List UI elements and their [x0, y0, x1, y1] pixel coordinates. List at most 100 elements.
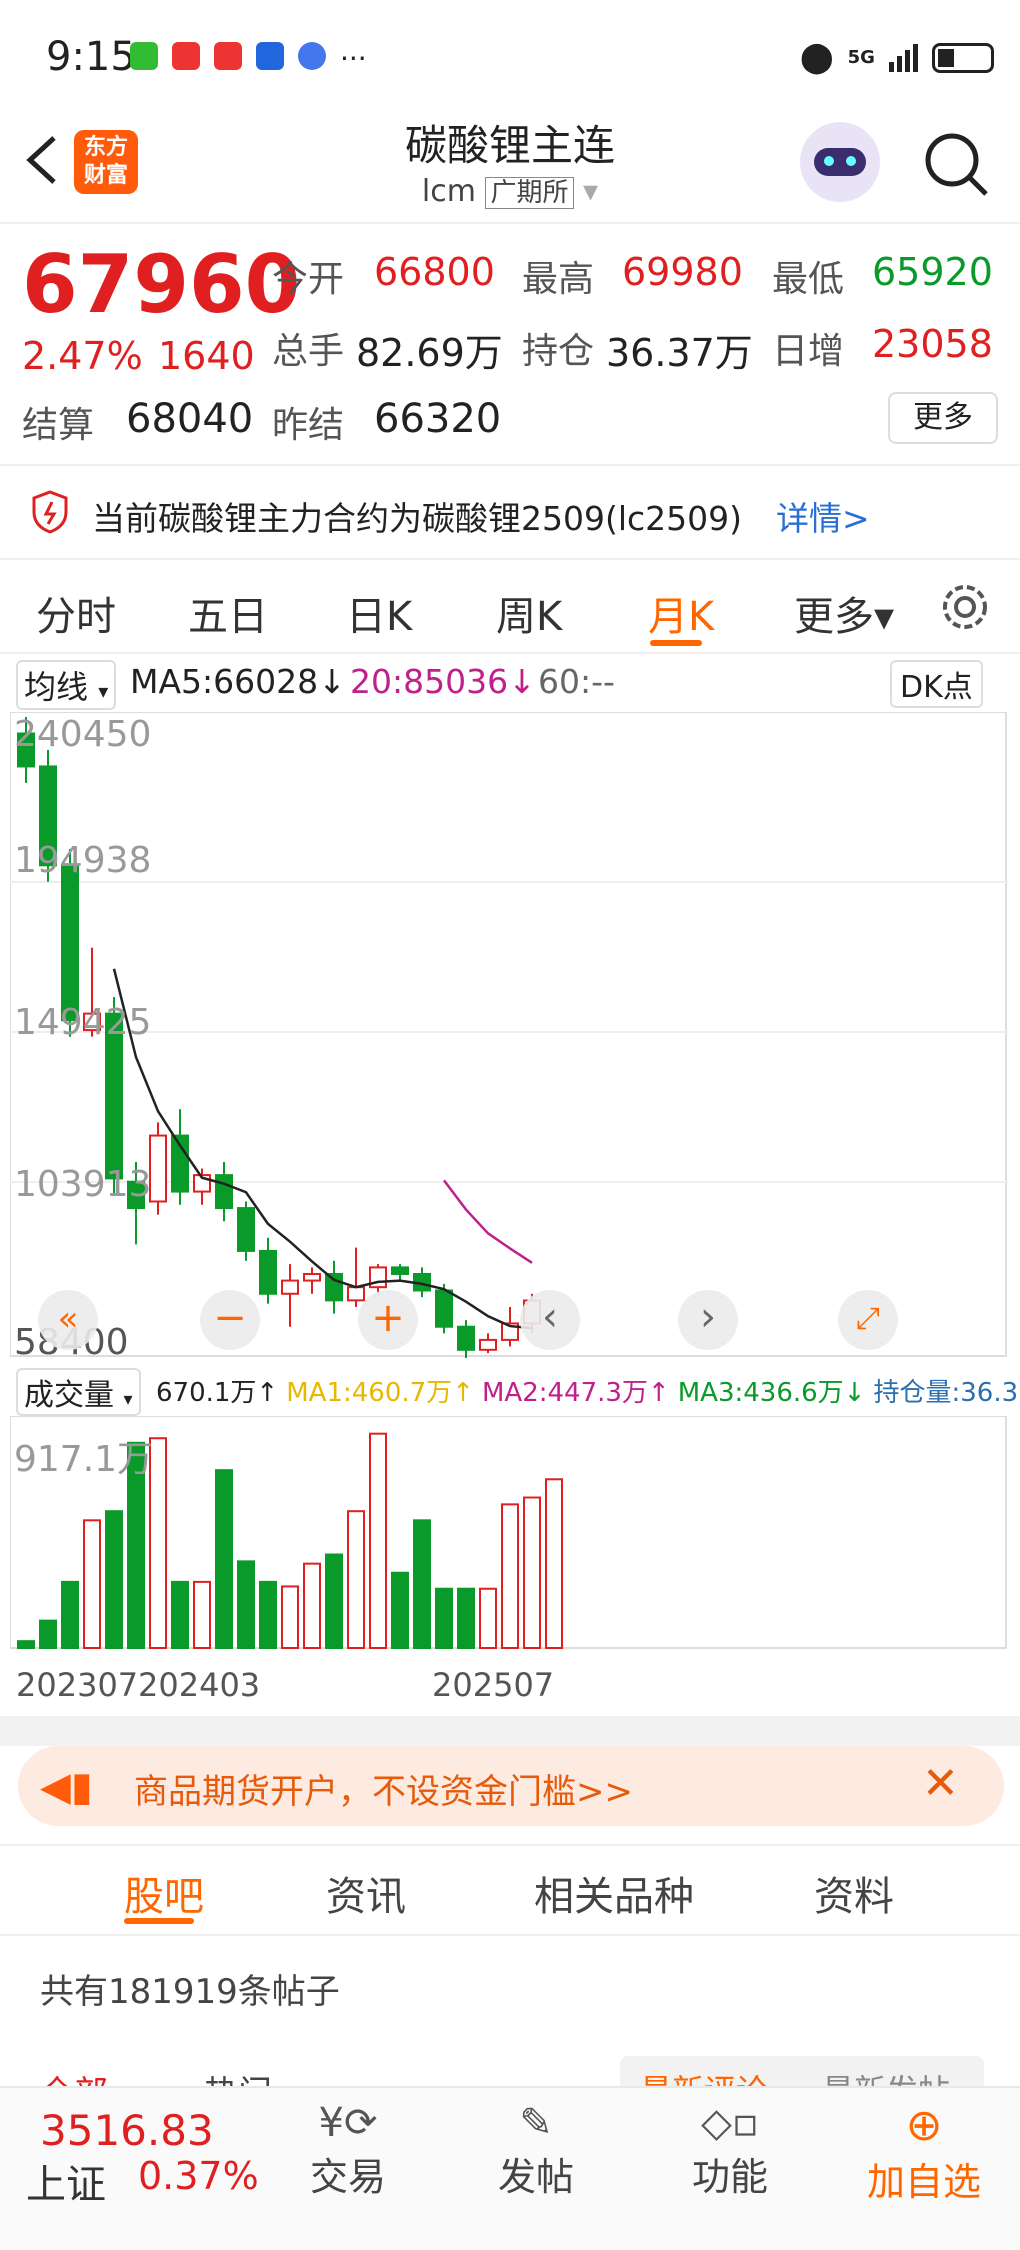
vol-ma1: MA1:460.7万↑ — [286, 1378, 474, 1408]
more-button[interactable]: 更多 — [888, 392, 998, 444]
candle — [149, 1134, 167, 1203]
volume-bar — [259, 1580, 277, 1650]
dk-point-button[interactable]: DK点 — [890, 660, 983, 708]
caret-down-icon: ▾ — [98, 679, 109, 703]
volume-bar — [215, 1469, 233, 1649]
oi-label: 持仓 — [522, 331, 595, 372]
volume-bar — [61, 1580, 79, 1650]
volume-bar — [83, 1519, 101, 1649]
volume-chart[interactable] — [10, 1416, 1008, 1650]
nav-post[interactable]: ✎ 发帖 — [488, 2100, 584, 2201]
zoom-in-button[interactable]: + — [358, 1290, 418, 1350]
volume-indicator-select[interactable]: 成交量 ▾ — [16, 1368, 141, 1416]
gear-icon — [943, 585, 987, 629]
nav-trade-label: 交易 — [309, 2155, 386, 2199]
tab-indicator — [124, 1918, 194, 1924]
fullscreen-button[interactable]: ⤢ — [838, 1290, 898, 1350]
index-pct[interactable]: 0.37% — [138, 2154, 259, 2198]
tab-news[interactable]: 资讯 — [326, 1864, 406, 1922]
volume-value: 82.69万 — [356, 331, 503, 375]
tab-related[interactable]: 相关品种 — [534, 1864, 694, 1922]
tab-intraday[interactable]: 分时 — [36, 584, 116, 642]
candle — [325, 1272, 343, 1302]
last-price: 67960 — [22, 238, 301, 331]
zoom-out-button[interactable]: − — [200, 1290, 260, 1350]
prev-button[interactable]: ‹ — [520, 1290, 580, 1350]
low-label: 最低 — [772, 259, 845, 300]
app-icon — [256, 42, 284, 70]
indicator-label: 均线 — [24, 668, 89, 706]
vol-oi: 持仓量:36.37万↑ — [873, 1378, 1020, 1408]
open-value: 66800 — [374, 250, 495, 294]
chevron-down-icon: ▾ — [583, 174, 599, 209]
candle — [347, 1286, 365, 1302]
volume-bar — [545, 1478, 563, 1649]
location-icon: ⬤ — [800, 40, 834, 75]
wechat-icon — [130, 42, 158, 70]
volume-bar — [237, 1560, 255, 1649]
candle — [303, 1272, 321, 1282]
volume-bar — [171, 1580, 189, 1650]
date-label: 202507 — [432, 1666, 555, 1704]
nav-trade[interactable]: ¥⟳ 交易 — [300, 2100, 396, 2201]
open-label: 今开 — [272, 259, 345, 300]
rewind-button[interactable]: « — [38, 1290, 98, 1350]
tab-weekly-k[interactable]: 周K — [496, 584, 562, 642]
grid-icon: ◇▫ — [701, 2100, 759, 2146]
volume-bar — [105, 1510, 123, 1649]
change-percent: 2.47% — [22, 334, 143, 378]
volume-label: 总手 — [272, 331, 345, 372]
tab-monthly-k[interactable]: 月K — [648, 584, 714, 642]
promo-banner[interactable]: ◀▮ 商品期货开户，不设资金门槛>> ✕ — [18, 1746, 1004, 1826]
notice-link[interactable]: 详情> — [776, 492, 870, 540]
tab-guba[interactable]: 股吧 — [124, 1864, 204, 1922]
candle — [259, 1249, 277, 1295]
vol-ma2: MA2:447.3万↑ — [481, 1378, 670, 1408]
index-value[interactable]: 3516.83 — [40, 2106, 214, 2155]
date-label: 202307 — [16, 1666, 139, 1704]
indicator-select[interactable]: 均线 ▾ — [16, 660, 117, 710]
candle — [215, 1174, 233, 1210]
volume-bar — [391, 1571, 409, 1649]
volume-value: 670.1万↑ — [156, 1378, 279, 1408]
next-button[interactable]: › — [678, 1290, 738, 1350]
caret-down-icon: ▾ — [123, 1389, 133, 1410]
vol-ma3: MA3:436.6万↓ — [677, 1378, 866, 1408]
tab-five-day[interactable]: 五日 — [188, 584, 268, 642]
notification-icons: ··· — [130, 42, 367, 75]
volume-bar — [523, 1496, 541, 1649]
nav-add-watchlist[interactable]: ⊕ 加自选 — [856, 2100, 992, 2206]
ma20-value: 20:85036↓ — [350, 662, 536, 701]
tab-info[interactable]: 资料 — [814, 1864, 894, 1922]
settings-button[interactable] — [938, 580, 992, 634]
search-icon — [925, 133, 988, 196]
volume-bar — [501, 1503, 519, 1649]
volume-bar — [435, 1587, 453, 1649]
nav-add-label: 加自选 — [866, 2160, 981, 2204]
ai-robot-icon[interactable] — [800, 122, 880, 202]
close-icon[interactable]: ✕ — [922, 1758, 959, 1809]
candle — [479, 1338, 497, 1351]
volume-bar — [303, 1562, 321, 1649]
prev-settle-value: 66320 — [374, 396, 502, 442]
battery-icon — [931, 42, 994, 73]
chevron-right-icon: › — [700, 1294, 716, 1340]
megaphone-icon: ◀▮ — [40, 1764, 93, 1810]
settle-value: 68040 — [126, 396, 254, 442]
tab-more[interactable]: 更多▾ — [794, 584, 894, 642]
section-divider — [0, 1716, 1020, 1746]
prev-settle-label: 昨结 — [272, 405, 345, 446]
volume-legend: 670.1万↑ MA1:460.7万↑ MA2:447.3万↑ MA3:436.… — [156, 1372, 1020, 1409]
volume-bar — [39, 1619, 57, 1649]
nav-function[interactable]: ◇▫ 功能 — [682, 2100, 778, 2201]
volume-indicator-label: 成交量 — [24, 1378, 114, 1413]
search-button[interactable] — [922, 130, 992, 200]
candle — [457, 1325, 475, 1351]
contract-code: lcm — [421, 174, 476, 209]
plus-circle-icon: ⊕ — [905, 2100, 943, 2151]
tab-daily-k[interactable]: 日K — [346, 584, 412, 642]
ma5-value: MA5:66028↓ — [130, 662, 346, 701]
index-name[interactable]: 上证 — [26, 2152, 106, 2210]
daily-inc-value: 23058 — [872, 322, 993, 366]
kline-chart[interactable] — [10, 712, 1008, 1358]
